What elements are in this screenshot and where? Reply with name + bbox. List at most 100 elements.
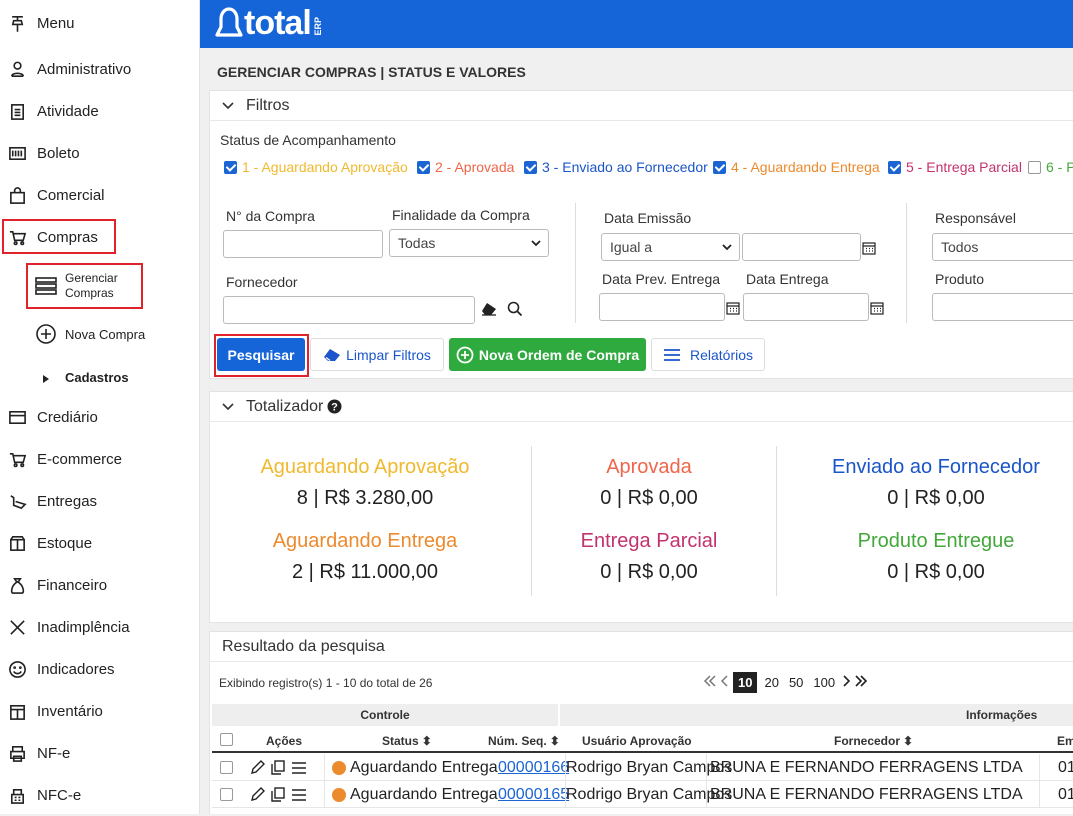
- checkbox[interactable]: [713, 160, 726, 174]
- last-page-icon[interactable]: [854, 674, 868, 691]
- copy-icon[interactable]: [271, 787, 285, 802]
- chevron-down-icon: [531, 240, 541, 247]
- search-icon[interactable]: [507, 301, 523, 317]
- status-dot: [332, 760, 346, 775]
- checkbox[interactable]: [524, 160, 537, 174]
- delivery-icon: [7, 491, 27, 511]
- sidebar-item-entregas[interactable]: Entregas: [0, 480, 200, 522]
- sidebar-item-boleto[interactable]: Boleto: [0, 132, 200, 174]
- help-icon[interactable]: ?: [327, 399, 342, 414]
- checkbox[interactable]: [224, 160, 237, 174]
- finalidade-select[interactable]: Todas: [389, 229, 549, 257]
- row-num-link[interactable]: 00000165: [498, 786, 569, 804]
- tot-value-aguardando-aprovacao: 8 | R$ 3.280,00: [296, 487, 434, 509]
- sidebar-item-label: NFC-e: [37, 786, 82, 804]
- sidebar-item-crediario[interactable]: Crediário: [0, 396, 200, 438]
- responsavel-select[interactable]: Todos: [932, 233, 1073, 261]
- sidebar-item-inventario[interactable]: Inventário: [0, 690, 200, 732]
- status-checkbox-4[interactable]: 4 - Aguardando Entrega: [713, 159, 880, 175]
- checkbox[interactable]: [888, 160, 901, 174]
- num-compra-input[interactable]: [223, 230, 383, 258]
- col-em: Em: [1057, 734, 1073, 748]
- sidebar-item-inadimplencia[interactable]: Inadimplência: [0, 606, 200, 648]
- calendar-icon[interactable]: [862, 241, 876, 255]
- sidebar-item-label: Crediário: [37, 408, 98, 426]
- sort-icon: ⬍: [549, 734, 560, 748]
- sidebar-menu-toggle[interactable]: Menu: [0, 2, 200, 44]
- sidebar-item-nfe[interactable]: NF-e: [0, 732, 200, 774]
- sidebar-sub-cadastros[interactable]: Cadastros: [42, 368, 129, 386]
- menu-icon[interactable]: [291, 788, 307, 802]
- calendar-icon[interactable]: [870, 301, 884, 315]
- status-checkbox-2[interactable]: 2 - Aprovada: [417, 159, 514, 175]
- status-text: 3 - Enviado ao Fornecedor: [542, 159, 708, 175]
- status-checkbox-1[interactable]: 1 - Aguardando Aprovação: [224, 159, 408, 175]
- col-status[interactable]: Status ⬍: [382, 734, 432, 748]
- checkbox[interactable]: [417, 160, 430, 174]
- copy-icon[interactable]: [271, 760, 285, 775]
- table-row[interactable]: Aguardando Entrega 00000166 Rodrigo Brya…: [212, 754, 1073, 781]
- produto-input[interactable]: [932, 293, 1073, 321]
- status-label: Status de Acompanhamento: [220, 132, 396, 148]
- row-num-link[interactable]: 00000166: [498, 759, 569, 777]
- select-all-checkbox[interactable]: [220, 733, 233, 746]
- row-num[interactable]: 00000165: [498, 781, 569, 808]
- logo-sub: ERP: [312, 17, 323, 36]
- status-checkbox-5[interactable]: 5 - Entrega Parcial: [888, 159, 1022, 175]
- status-checkbox-3[interactable]: 3 - Enviado ao Fornecedor: [524, 159, 708, 175]
- filters-header[interactable]: Filtros: [210, 91, 1073, 121]
- page-size-50[interactable]: 50: [786, 675, 806, 690]
- page-size-20[interactable]: 20: [761, 675, 781, 690]
- row-num[interactable]: 00000166: [498, 754, 569, 781]
- edit-icon[interactable]: [250, 760, 265, 775]
- prev-page-icon[interactable]: [720, 674, 729, 691]
- sidebar-item-administrativo[interactable]: Administrativo: [0, 48, 200, 90]
- relatorios-button[interactable]: Relatórios: [651, 338, 765, 371]
- eraser-icon[interactable]: [481, 302, 497, 316]
- sidebar-item-label: Comercial: [37, 186, 105, 204]
- first-page-icon[interactable]: [703, 674, 717, 691]
- row-checkbox[interactable]: [220, 788, 233, 801]
- page-size-100[interactable]: 100: [810, 675, 838, 690]
- totalizador-header[interactable]: Totalizador ?: [210, 392, 1073, 422]
- sidebar-item-nfce[interactable]: NFC-e: [0, 774, 200, 816]
- sidebar-item-label: Inadimplência: [37, 618, 130, 636]
- money-bag-icon: [7, 575, 27, 595]
- data-emissao-op-select[interactable]: Igual a: [601, 233, 740, 261]
- nova-ordem-button[interactable]: Nova Ordem de Compra: [449, 338, 646, 371]
- limpar-filtros-button[interactable]: Limpar Filtros: [310, 338, 444, 371]
- status-text: 1 - Aguardando Aprovação: [242, 159, 408, 175]
- sidebar: Menu Administrativo Atividade Boleto Com…: [0, 0, 200, 814]
- sidebar-item-comercial[interactable]: Comercial: [0, 174, 200, 216]
- sidebar-item-ecommerce[interactable]: E-commerce: [0, 438, 200, 480]
- sidebar-sub-nova-compra[interactable]: Nova Compra: [35, 322, 145, 346]
- row-checkbox[interactable]: [220, 761, 233, 774]
- fornecedor-input[interactable]: [223, 296, 475, 324]
- page-size-10[interactable]: 10: [733, 672, 758, 693]
- sidebar-item-label: Inventário: [37, 702, 103, 720]
- col-fornecedor[interactable]: Fornecedor ⬍: [834, 734, 913, 748]
- group-controle: Controle: [212, 704, 560, 726]
- sidebar-item-estoque[interactable]: Estoque: [0, 522, 200, 564]
- filters-title: Filtros: [246, 96, 290, 114]
- calendar-icon[interactable]: [726, 301, 740, 315]
- data-emissao-input[interactable]: [742, 233, 861, 261]
- menu-icon[interactable]: [291, 761, 307, 775]
- sidebar-item-label: NF-e: [37, 744, 71, 762]
- table-row[interactable]: Aguardando Entrega 00000165 Rodrigo Brya…: [212, 781, 1073, 808]
- sidebar-item-financeiro[interactable]: Financeiro: [0, 564, 200, 606]
- data-entrega-input[interactable]: [743, 293, 869, 321]
- barcode-icon: [7, 143, 27, 163]
- checkbox[interactable]: [1028, 160, 1041, 174]
- main-content: GERENCIAR COMPRAS | STATUS E VALORES Fil…: [200, 48, 1073, 814]
- col-num-seq[interactable]: Núm. Seq. ⬍: [488, 734, 560, 748]
- shopping-bag-icon: [7, 185, 27, 205]
- responsavel-label: Responsável: [935, 210, 1016, 226]
- sidebar-item-indicadores[interactable]: Indicadores: [0, 648, 200, 690]
- next-page-icon[interactable]: [842, 674, 851, 691]
- sidebar-item-atividade[interactable]: Atividade: [0, 90, 200, 132]
- status-checkbox-6[interactable]: 6 - P: [1028, 159, 1073, 175]
- edit-icon[interactable]: [250, 787, 265, 802]
- data-prev-input[interactable]: [599, 293, 725, 321]
- row-em: 01/: [1039, 754, 1073, 781]
